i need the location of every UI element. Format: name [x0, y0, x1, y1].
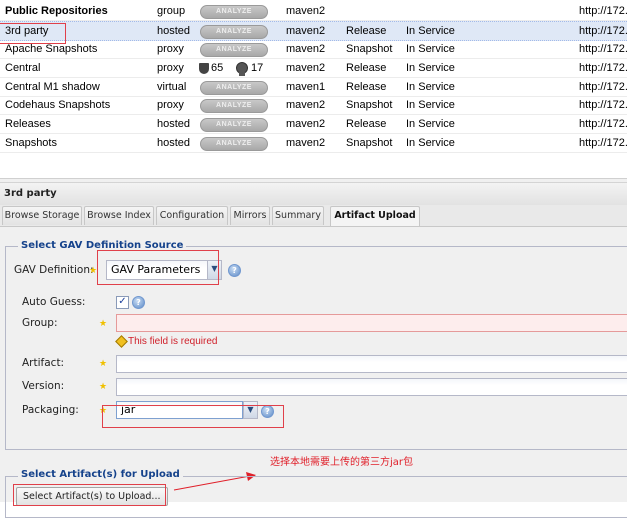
auto-guess-label: Auto Guess:: [22, 296, 86, 308]
required-star-icon: ★: [99, 382, 108, 392]
repository-type: hosted: [157, 25, 191, 37]
panel-title: 3rd party: [4, 188, 57, 199]
repository-name: Public Repositories: [5, 5, 108, 17]
repository-format: maven2: [286, 137, 326, 149]
repository-url[interactable]: http://172.21: [579, 99, 627, 111]
repository-format: maven2: [286, 43, 326, 55]
artifact-input[interactable]: [116, 355, 627, 373]
repository-policy: Release: [346, 25, 387, 37]
version-label: Version:: [22, 380, 65, 392]
repository-type: proxy: [157, 99, 184, 111]
security-shield-icon: [199, 63, 209, 74]
repository-policy: Snapshot: [346, 43, 393, 55]
repository-name: Codehaus Snapshots: [5, 99, 111, 111]
repository-row[interactable]: Public Repositories group ANALYZE maven2 htt…: [0, 2, 627, 21]
analyze-button[interactable]: ANALYZE: [200, 25, 268, 39]
repository-type: hosted: [157, 118, 191, 130]
analyze-button[interactable]: ANALYZE: [200, 81, 268, 95]
repository-status: In Service: [406, 99, 455, 111]
repository-status: In Service: [406, 62, 455, 74]
version-input[interactable]: [116, 378, 627, 396]
annotation-text: 选择本地需要上传的第三方jar包: [270, 457, 414, 468]
upload-legend: Select Artifact(s) for Upload: [18, 469, 183, 480]
repository-format: maven2: [286, 25, 326, 37]
annotation-box-packaging: [102, 405, 284, 428]
repository-format: maven2: [286, 62, 326, 74]
repository-url[interactable]: http://172.21: [579, 5, 627, 17]
repository-row[interactable]: Central proxy 65 17 maven2 Release In Service h…: [0, 59, 627, 78]
analyze-button[interactable]: ANALYZE: [200, 99, 268, 113]
repository-format: maven2: [286, 99, 326, 111]
analyze-button[interactable]: ANALYZE: [200, 137, 268, 151]
repository-type: group: [157, 5, 186, 17]
repository-policy: Release: [346, 62, 387, 74]
repository-name: Central: [5, 62, 41, 74]
repository-status: In Service: [406, 137, 455, 149]
group-label: Group:: [22, 317, 58, 329]
repository-url[interactable]: http://172.21: [579, 25, 627, 37]
repository-status: In Service: [406, 81, 455, 93]
license-issue-count[interactable]: 17: [251, 62, 263, 74]
repository-format: maven2: [286, 5, 326, 17]
repository-format: maven1: [286, 81, 326, 93]
artifact-label: Artifact:: [22, 357, 65, 369]
annotation-box-select-button: [13, 484, 166, 506]
repository-url[interactable]: http://172.21: [579, 137, 627, 149]
repository-row[interactable]: Codehaus Snapshots proxy ANALYZE maven2 Snap…: [0, 96, 627, 115]
tab-configuration[interactable]: Configuration: [156, 206, 228, 225]
analyze-button[interactable]: ANALYZE: [200, 43, 268, 57]
repository-name: Apache Snapshots: [5, 43, 98, 55]
repository-type: virtual: [157, 81, 187, 93]
gav-definition-label: GAV Definition:: [14, 264, 94, 276]
tab-mirrors[interactable]: Mirrors: [230, 206, 270, 225]
repository-policy: Snapshot: [346, 137, 393, 149]
repository-row[interactable]: Central M1 shadow virtual ANALYZE maven1 Rel…: [0, 78, 627, 97]
repository-status: In Service: [406, 25, 455, 37]
repository-url[interactable]: http://172.21: [579, 62, 627, 74]
packaging-label: Packaging:: [22, 404, 79, 416]
repository-row[interactable]: 3rd party hosted ANALYZE maven2 Release In Se…: [0, 21, 627, 41]
repository-policy: Snapshot: [346, 99, 393, 111]
required-star-icon: ★: [89, 266, 98, 276]
repository-url[interactable]: http://172.21: [579, 81, 627, 93]
repository-row[interactable]: Snapshots hosted ANALYZE maven2 Snapshot In S…: [0, 134, 627, 153]
annotation-box-gav-definition: [97, 250, 219, 285]
repository-row[interactable]: Releases hosted ANALYZE maven2 Release In Ser…: [0, 115, 627, 134]
analyze-button[interactable]: ANALYZE: [200, 118, 268, 132]
panel-header: 3rd party: [0, 182, 627, 206]
security-issue-count[interactable]: 65: [211, 62, 223, 74]
repository-url[interactable]: http://172.21: [579, 43, 627, 55]
repository-type: hosted: [157, 137, 191, 149]
repository-name: Central M1 shadow: [5, 81, 100, 93]
annotation-box-3rd-party: [0, 23, 66, 44]
repository-name: Releases: [5, 118, 51, 130]
group-error-message: This field is required: [128, 336, 218, 347]
auto-guess-help-icon[interactable]: ?: [132, 296, 145, 309]
repository-type: proxy: [157, 62, 184, 74]
group-input[interactable]: [116, 314, 627, 332]
repository-type: proxy: [157, 43, 184, 55]
repository-row[interactable]: Apache Snapshots proxy ANALYZE maven2 Snapsh…: [0, 40, 627, 59]
required-star-icon: ★: [99, 319, 108, 329]
repository-format: maven2: [286, 118, 326, 130]
tab-browse-index[interactable]: Browse Index: [84, 206, 154, 225]
repository-policy: Release: [346, 118, 387, 130]
repository-status: In Service: [406, 118, 455, 130]
gav-definition-help-icon[interactable]: ?: [228, 264, 241, 277]
tab-artifact-upload[interactable]: Artifact Upload: [330, 206, 420, 226]
auto-guess-checkbox[interactable]: ✓: [116, 296, 129, 309]
repository-policy: Release: [346, 81, 387, 93]
tab-browse-storage[interactable]: Browse Storage: [2, 206, 82, 225]
tab-bar: Browse Storage Browse Index Configuratio…: [0, 205, 627, 227]
repository-name: Snapshots: [5, 137, 57, 149]
analyze-button[interactable]: ANALYZE: [200, 5, 268, 19]
required-star-icon: ★: [99, 359, 108, 369]
tab-summary[interactable]: Summary: [272, 206, 324, 225]
repository-url[interactable]: http://172.21: [579, 118, 627, 130]
repository-status: In Service: [406, 43, 455, 55]
license-award-icon: [236, 62, 248, 76]
